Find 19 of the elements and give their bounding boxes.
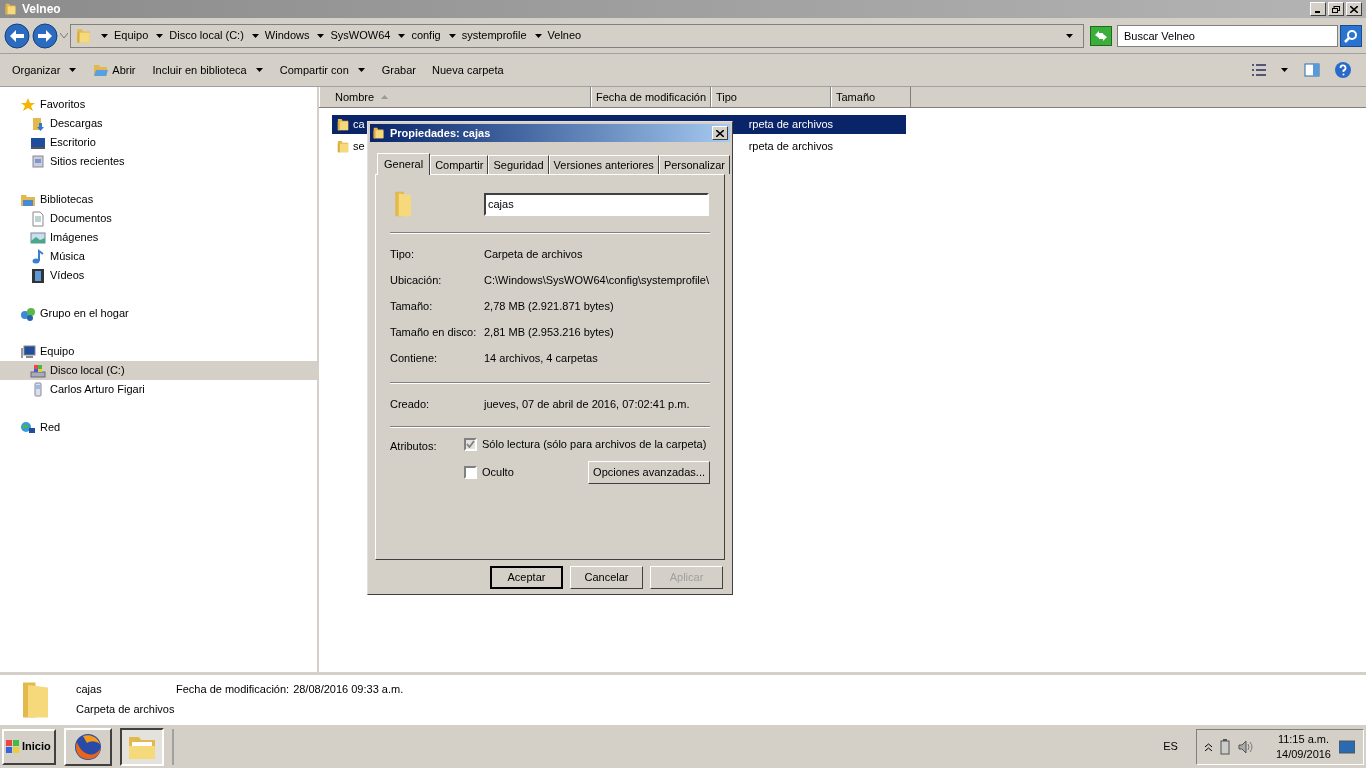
property-value: C:\Windows\SysWOW64\config\systemprofile\ bbox=[484, 272, 709, 288]
property-label: Tipo: bbox=[390, 246, 416, 262]
property-value: 2,81 MB (2.953.216 bytes) bbox=[484, 324, 614, 340]
window-title: Velneo bbox=[22, 1, 61, 18]
dialog-title: Propiedades: cajas bbox=[390, 125, 491, 141]
property-value: jueves, 07 de abril de 2016, 07:02:41 p.m. bbox=[484, 396, 690, 412]
details-value: 28/08/2016 09:33 a.m. bbox=[293, 682, 404, 697]
details-name: cajas bbox=[76, 682, 103, 697]
property-label: Ubicación: bbox=[390, 272, 443, 288]
attributes-label: Atributos: bbox=[390, 439, 438, 454]
property-label: Tamaño en disco: bbox=[390, 324, 478, 340]
property-label: Creado: bbox=[390, 396, 431, 412]
property-label: Contiene: bbox=[390, 350, 439, 366]
property-value: 14 archivos, 4 carpetas bbox=[484, 350, 598, 366]
details-label: Fecha de modificación: bbox=[176, 682, 290, 697]
property-label: Tamaño: bbox=[390, 298, 434, 314]
details-type: Carpeta de archivos bbox=[76, 701, 176, 717]
property-value: Carpeta de archivos bbox=[484, 246, 583, 262]
property-value: 2,78 MB (2.921.871 bytes) bbox=[484, 298, 614, 314]
